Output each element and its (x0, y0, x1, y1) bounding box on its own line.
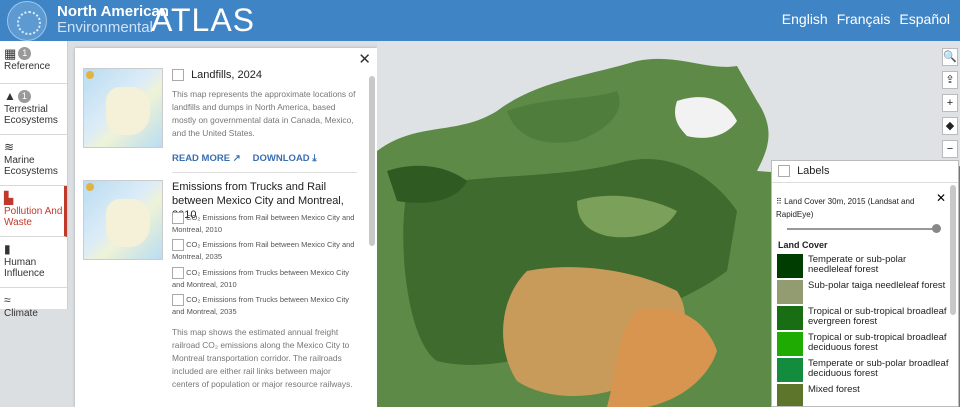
layer-description: This map represents the approximate loca… (172, 89, 356, 138)
legend-swatch (777, 358, 803, 382)
legend-panel: Labels ⠿ Land Cover 30m, 2015 (Landsat a… (771, 160, 959, 407)
lang-spanish[interactable]: Español (899, 11, 950, 27)
legend-title: Land Cover (778, 240, 828, 250)
factory-icon: ▙ (4, 190, 14, 205)
legend-label: Mixed forest (808, 384, 860, 395)
brand-line2: Environmental (57, 19, 153, 36)
wind-icon: ≈ (4, 292, 11, 307)
layer-landfills[interactable]: Landfills, 2024 (172, 69, 263, 82)
layer-links: READ MORE ↗ DOWNLOAD ⤓ (172, 153, 317, 164)
download-icon: ⤓ (312, 153, 317, 164)
map-toolbar: 🔍 ⇪ + ◆ − (942, 48, 958, 163)
nav-marine-ecosystems[interactable]: ≋ Marine Ecosystems (0, 135, 67, 186)
external-link-icon: ↗ (232, 153, 241, 164)
legend-item: Temperate or sub-polar broadleaf deciduo… (777, 358, 952, 383)
read-more-link[interactable]: READ MORE ↗ (172, 153, 241, 164)
legend-label: Temperate or sub-polar needleleaf forest (808, 254, 907, 275)
legend-label: Sub-polar taiga needleleaf forest (808, 280, 946, 291)
language-switcher: English Français Español (782, 11, 950, 27)
legend-item: Temperate or sub-polar needleleaf forest (777, 254, 952, 279)
divider (172, 172, 357, 173)
nav-terrestrial-ecosystems[interactable]: ▲ 1 Terrestrial Ecosystems (0, 84, 67, 135)
legend-label: Tropical or sub-tropical broadleaf everg… (808, 306, 947, 327)
legend-item: Tropical or sub-tropical broadleaf everg… (777, 306, 952, 331)
close-icon[interactable]: ✕ (358, 50, 371, 68)
sublayer-label: CO₂ Emissions from Trucks between Mexico… (172, 268, 350, 290)
grid-icon: ▦ (4, 45, 17, 61)
category-nav: ▦ 1 Reference ▲ 1 Terrestrial Ecosystems ≋… (0, 41, 68, 319)
search-icon[interactable]: 🔍 (942, 48, 958, 66)
legend-item: Mixed forest (777, 384, 952, 406)
layer-checkbox[interactable] (172, 294, 184, 307)
close-icon[interactable]: ✕ (936, 191, 946, 205)
waves-icon: ≋ (4, 139, 15, 154)
sublayer-trucks-2010[interactable]: CO₂ Emissions from Trucks between Mexico… (172, 267, 357, 291)
nav-label: Reference (4, 61, 51, 72)
home-extent-icon[interactable]: ◆ (942, 117, 958, 135)
sublayer-trucks-2035[interactable]: CO₂ Emissions from Trucks between Mexico… (172, 294, 357, 318)
legend-swatch (777, 384, 803, 406)
zoom-in-button[interactable]: + (942, 94, 958, 112)
legend-item: Tropical or sub-tropical broadleaf decid… (777, 332, 952, 357)
layer-description: This map shows the estimated annual frei… (172, 327, 353, 389)
emissions-thumbnail (83, 180, 163, 260)
layer-panel: ✕ Landfills, 2024 This map represents th… (75, 48, 377, 407)
count-badge: 1 (18, 46, 32, 60)
legend-label: Tropical or sub-tropical broadleaf decid… (808, 332, 947, 353)
labels-label: Labels (797, 165, 830, 177)
nav-label: Marine Ecosystems (4, 155, 58, 177)
legend-layer-name: ⠿ Land Cover 30m, 2015 (Landsat and Rapi… (776, 197, 915, 219)
labels-toggle[interactable]: Labels (772, 161, 958, 183)
labels-checkbox[interactable] (778, 165, 790, 178)
nav-reference[interactable]: ▦ 1 Reference (0, 41, 67, 84)
download-link[interactable]: DOWNLOAD ⤓ (253, 153, 317, 164)
lang-french[interactable]: Français (837, 11, 891, 27)
legend-list: Temperate or sub-polar needleleaf forest… (777, 254, 952, 406)
nav-human-influence[interactable]: ▮ Human Influence (0, 237, 67, 288)
building-icon: ▮ (4, 241, 11, 256)
sublayer-label: CO₂ Emissions from Trucks between Mexico… (172, 295, 350, 317)
slider-knob[interactable] (932, 224, 941, 233)
count-badge: 1 (17, 89, 31, 103)
legend-item: Sub-polar taiga needleleaf forest (777, 280, 952, 305)
sublayer-rail-2035[interactable]: CO₂ Emissions from Rail between Mexico C… (172, 239, 357, 263)
layer-checkbox[interactable] (172, 267, 184, 280)
nav-pollution-and-waste[interactable]: ▙ Pollution And Waste (0, 186, 67, 237)
legend-label: Temperate or sub-polar broadleaf deciduo… (808, 358, 949, 379)
brand-atlas: ATLAS (151, 2, 255, 38)
nav-label: Human Influence (4, 257, 45, 279)
layer-title: Landfills, 2024 (191, 69, 263, 81)
mountain-icon: ▲ (4, 88, 16, 103)
nav-label: Climate (4, 308, 38, 319)
layer-checkbox[interactable] (172, 239, 184, 252)
sublayer-label: CO₂ Emissions from Rail between Mexico C… (172, 213, 355, 235)
sublayer-label: CO₂ Emissions from Rail between Mexico C… (172, 240, 355, 262)
layer-checkbox[interactable] (172, 212, 184, 225)
nav-label: Terrestrial Ecosystems (4, 104, 58, 126)
landfills-thumbnail (83, 68, 163, 148)
info-dot-icon (86, 71, 94, 79)
panel-scrollbar[interactable] (369, 76, 375, 246)
zoom-out-button[interactable]: − (942, 140, 958, 158)
layer-checkbox[interactable] (172, 69, 184, 82)
app-header: North American Environmental ATLAS Engli… (0, 0, 960, 41)
nav-label: Pollution And Waste (4, 206, 63, 228)
opacity-slider[interactable] (787, 224, 941, 233)
legend-swatch (777, 332, 803, 356)
nav-climate[interactable]: ≈ Climate (0, 288, 67, 331)
drag-handle-icon[interactable]: ⠿ (776, 197, 782, 206)
atlas-logo-icon[interactable] (7, 1, 47, 41)
legend-swatch (777, 254, 803, 278)
sublayer-rail-2010[interactable]: CO₂ Emissions from Rail between Mexico C… (172, 212, 357, 236)
info-dot-icon (86, 183, 94, 191)
lang-english[interactable]: English (782, 11, 828, 27)
share-icon[interactable]: ⇪ (942, 71, 958, 89)
legend-swatch (777, 280, 803, 304)
legend-swatch (777, 306, 803, 330)
